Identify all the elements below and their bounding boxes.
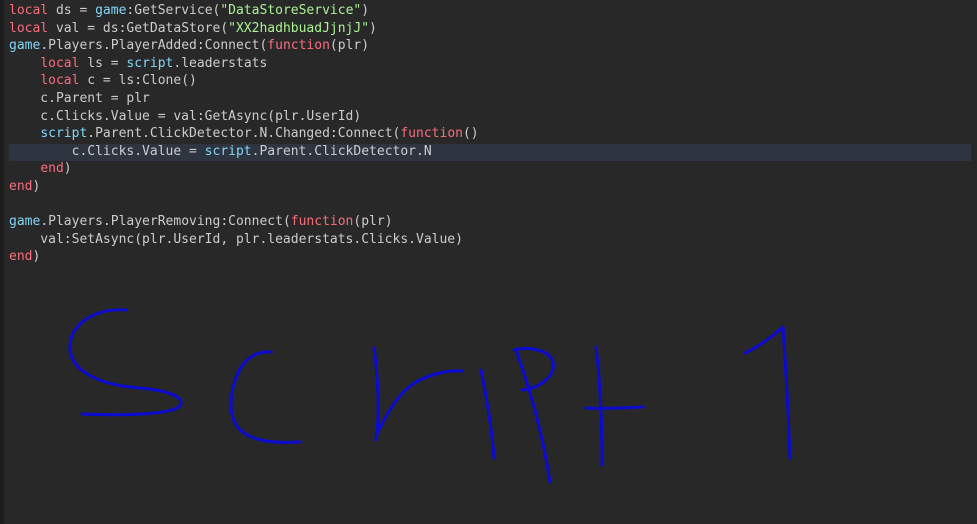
ink-stroke-i xyxy=(479,368,496,460)
ink-stroke-s xyxy=(68,308,183,417)
ink-stroke-1 xyxy=(743,325,792,460)
handwritten-annotation xyxy=(68,308,792,484)
code-editor[interactable]: local ds = game:GetService("DataStoreSer… xyxy=(0,0,977,524)
ink-stroke-r-stem xyxy=(372,346,380,442)
ink-stroke-t-cross xyxy=(584,405,645,410)
ink-stroke-c xyxy=(229,350,302,444)
ink-stroke-p-stem xyxy=(514,348,552,484)
ink-stroke-p-bowl xyxy=(512,347,555,392)
ink-stroke-r-arm xyxy=(374,369,464,438)
ink-stroke-t-stem xyxy=(594,345,604,467)
